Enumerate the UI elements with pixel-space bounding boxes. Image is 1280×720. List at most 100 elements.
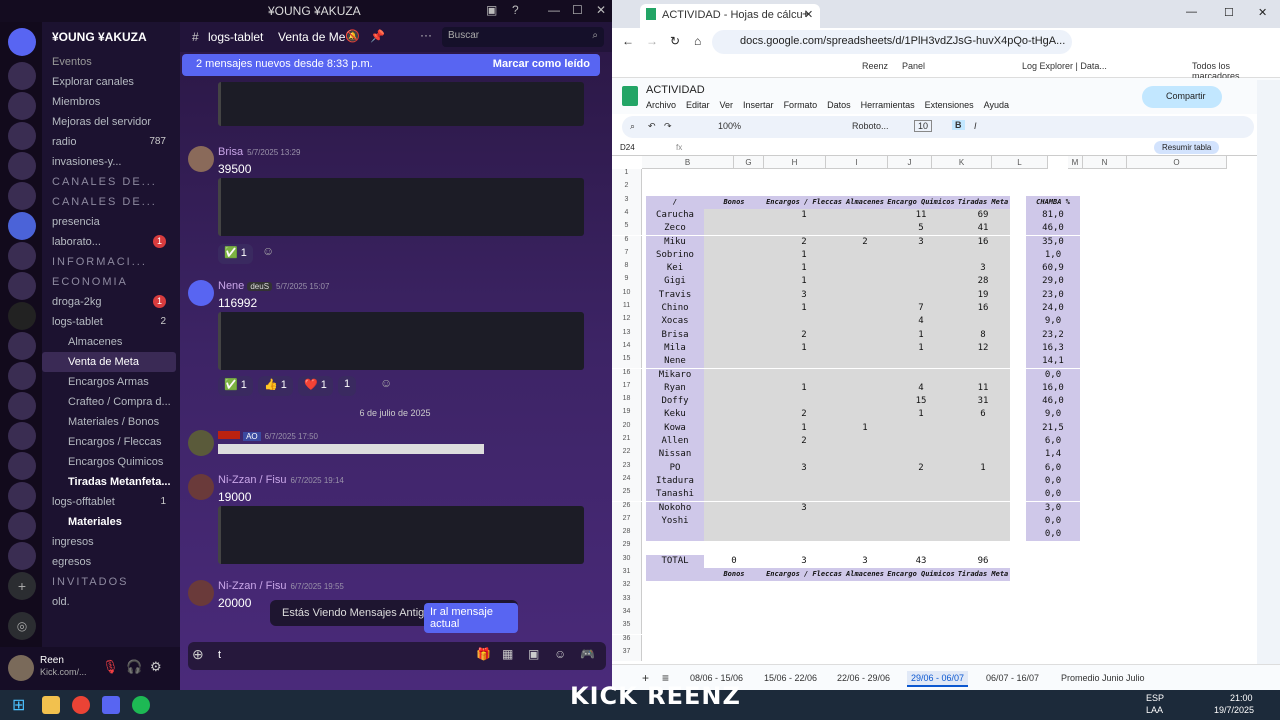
value-cell[interactable] <box>844 355 886 369</box>
value-cell[interactable] <box>704 435 764 449</box>
value-cell[interactable]: 0,0 <box>1026 488 1080 502</box>
row-number[interactable]: 25 <box>612 488 642 502</box>
total-cell[interactable]: 0 <box>704 555 764 568</box>
channel-subbold[interactable]: Materiales <box>42 512 176 532</box>
message-author[interactable]: Brisa 5/7/2025 13:29 <box>218 146 300 158</box>
value-cell[interactable] <box>704 408 764 422</box>
row-number[interactable]: 8 <box>612 262 642 276</box>
value-cell[interactable]: 9,0 <box>1026 408 1080 422</box>
value-cell[interactable]: 16,0 <box>1026 381 1080 396</box>
server-icon[interactable] <box>8 92 36 120</box>
discord-icon[interactable] <box>102 696 120 714</box>
name-cell[interactable]: Gigi <box>646 275 704 289</box>
value-cell[interactable]: 1,4 <box>1026 448 1080 462</box>
channel-sub[interactable]: Encargos Quimicos <box>42 452 176 472</box>
home-icon[interactable]: ⌂ <box>694 34 701 48</box>
value-cell[interactable]: 15 <box>886 395 956 409</box>
redo-icon[interactable]: ↷ <box>664 121 672 132</box>
value-cell[interactable] <box>844 315 886 329</box>
channel-sub[interactable]: Encargos Armas <box>42 372 176 392</box>
value-cell[interactable]: 46,0 <box>1026 395 1080 409</box>
value-cell[interactable]: 29,0 <box>1026 275 1080 289</box>
font-select[interactable]: Roboto... <box>852 121 889 131</box>
value-cell[interactable]: 1 <box>886 341 956 356</box>
row-number[interactable]: 35 <box>612 621 642 635</box>
share-button[interactable]: Compartir <box>1142 86 1222 108</box>
value-cell[interactable] <box>886 514 956 529</box>
top-item-members[interactable]: Miembros <box>42 92 176 112</box>
value-cell[interactable] <box>886 355 956 369</box>
row-number[interactable]: 20 <box>612 421 642 435</box>
name-cell[interactable]: Mikaro <box>646 368 704 382</box>
add-reaction-icon[interactable]: ☺ <box>380 376 392 390</box>
value-cell[interactable]: 3 <box>764 461 844 475</box>
chrome-icon[interactable] <box>72 696 90 714</box>
value-cell[interactable]: 1 <box>764 302 844 316</box>
row-number[interactable]: 9 <box>612 275 642 289</box>
maximize-icon[interactable]: ☐ <box>572 3 583 17</box>
value-cell[interactable] <box>844 381 886 396</box>
row-number[interactable]: 21 <box>612 435 642 449</box>
reaction[interactable]: ✅ 1 <box>218 376 253 396</box>
value-cell[interactable]: 6,0 <box>1026 461 1080 475</box>
name-cell[interactable]: Carucha <box>646 208 704 223</box>
server-icon[interactable] <box>8 542 36 570</box>
channel-ch[interactable]: presencia <box>42 212 176 232</box>
composer-input[interactable]: t <box>218 649 221 661</box>
name-cell[interactable]: Xocas <box>646 315 704 329</box>
server-icon[interactable] <box>8 392 36 420</box>
column-header[interactable]: H <box>764 156 826 169</box>
value-cell[interactable] <box>886 421 956 435</box>
value-cell[interactable] <box>844 488 886 502</box>
value-cell[interactable] <box>704 275 764 289</box>
value-cell[interactable]: 8 <box>956 328 1010 342</box>
value-cell[interactable] <box>886 368 956 382</box>
minimize-icon[interactable]: — <box>548 3 560 17</box>
sheets-logo-icon[interactable] <box>622 86 638 106</box>
channel-ch[interactable]: ingresos <box>42 532 176 552</box>
name-cell[interactable]: Allen <box>646 435 704 449</box>
more-icon[interactable]: ··· <box>420 28 432 42</box>
row-number[interactable]: 33 <box>612 594 642 608</box>
menu-item[interactable]: Ver <box>720 100 734 110</box>
sheet-tab[interactable]: 22/06 - 29/06 <box>837 673 890 683</box>
name-cell[interactable]: Yoshi <box>646 514 704 529</box>
value-cell[interactable]: 23,0 <box>1026 288 1080 302</box>
value-cell[interactable]: 0,0 <box>1026 514 1080 529</box>
search-menus-icon[interactable]: ⌕ <box>630 121 635 132</box>
value-cell[interactable]: 3,0 <box>1026 501 1080 515</box>
close-icon[interactable]: ✕ <box>1258 6 1267 19</box>
column-header[interactable]: J <box>888 156 932 169</box>
channel-sub[interactable]: Crafteo / Compra d... <box>42 392 176 412</box>
channel-ch[interactable]: egresos <box>42 552 176 572</box>
italic-button[interactable]: I <box>974 121 977 131</box>
server-icon[interactable] <box>8 482 36 510</box>
row-number[interactable]: 26 <box>612 501 642 515</box>
row-number[interactable]: 10 <box>612 288 642 302</box>
value-cell[interactable] <box>956 528 1010 542</box>
value-cell[interactable] <box>844 222 886 236</box>
row-number[interactable]: 30 <box>612 554 642 568</box>
value-cell[interactable]: 1 <box>764 275 844 289</box>
value-cell[interactable] <box>704 448 764 462</box>
value-cell[interactable]: 2 <box>764 235 844 249</box>
value-cell[interactable]: 3 <box>764 501 844 515</box>
value-cell[interactable] <box>956 315 1010 329</box>
name-cell[interactable] <box>646 528 704 542</box>
value-cell[interactable]: 69 <box>956 208 1010 223</box>
value-cell[interactable]: 0,0 <box>1026 368 1080 382</box>
name-cell[interactable]: Nene <box>646 355 704 369</box>
row-number[interactable]: 13 <box>612 328 642 342</box>
row-number[interactable]: 14 <box>612 341 642 356</box>
name-cell[interactable]: Brisa <box>646 328 704 342</box>
avatar[interactable] <box>188 580 214 606</box>
gif-embed[interactable] <box>218 444 484 454</box>
value-cell[interactable]: 46,0 <box>1026 222 1080 236</box>
value-cell[interactable] <box>844 395 886 409</box>
cell-reference[interactable]: D24 <box>620 143 635 152</box>
help-icon[interactable]: ? <box>512 3 519 17</box>
url-bar[interactable]: docs.google.com/spreadsheets/d/1PlH3vdZJ… <box>712 30 1072 54</box>
maximize-icon[interactable]: ☐ <box>1224 6 1234 19</box>
column-header[interactable]: K <box>932 156 992 169</box>
value-cell[interactable]: 23,2 <box>1026 328 1080 342</box>
